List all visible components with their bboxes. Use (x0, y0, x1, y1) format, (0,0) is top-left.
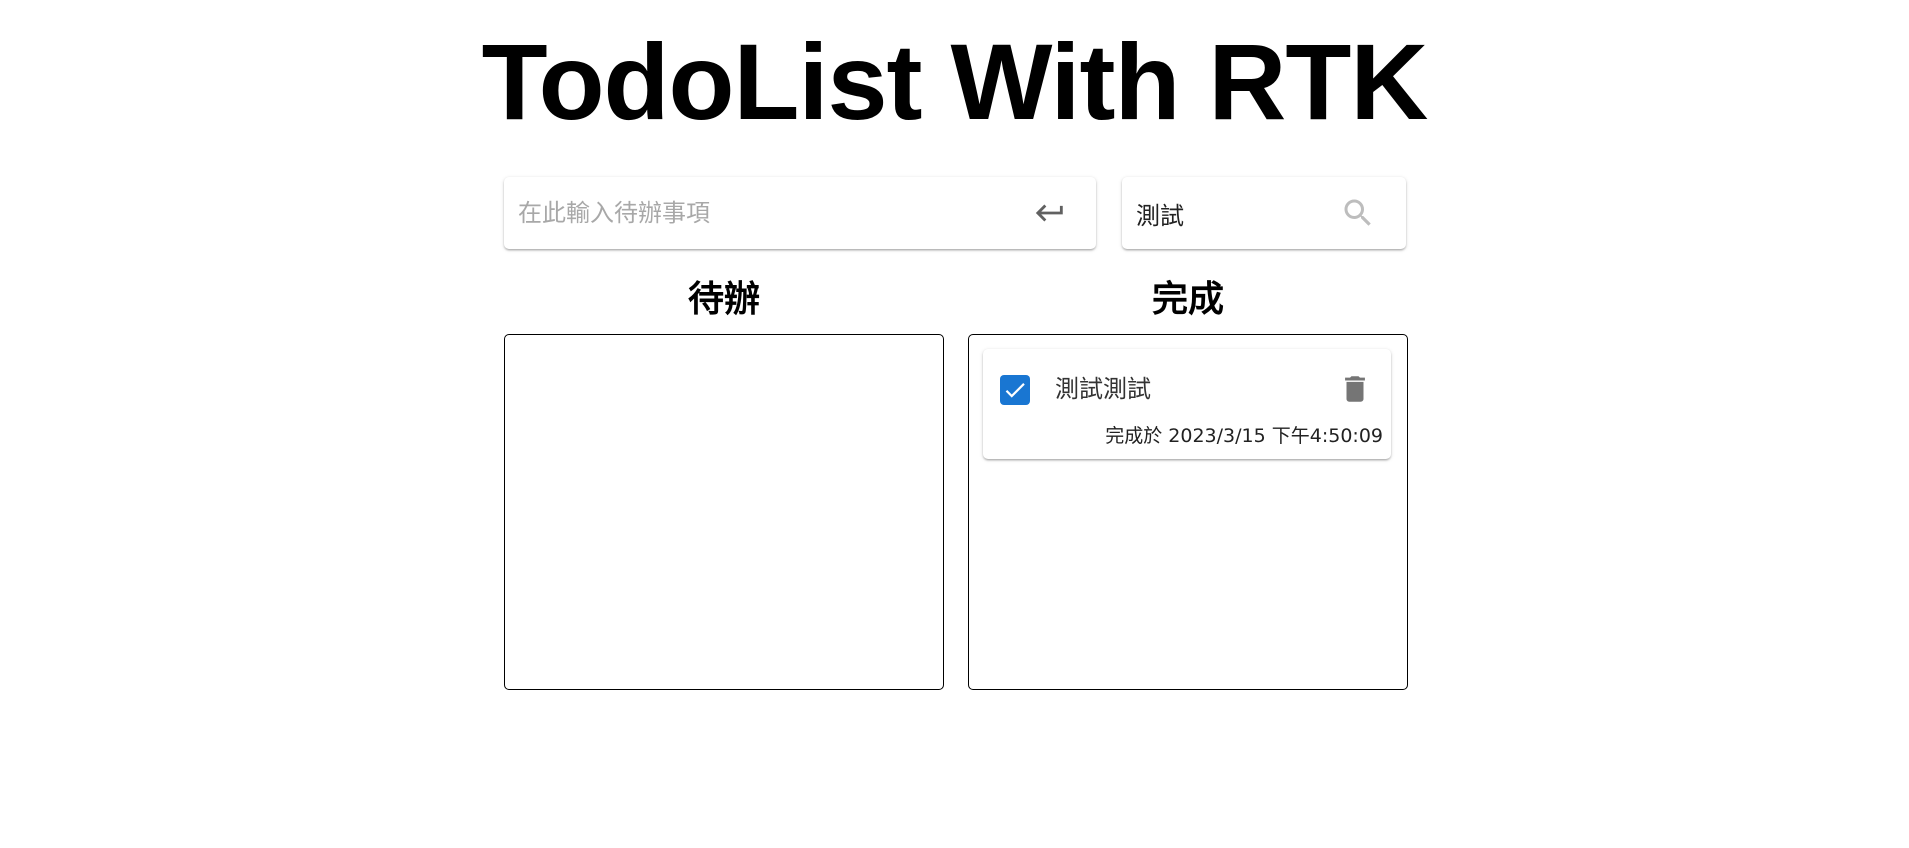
todo-column-heading: 待辦 (687, 279, 760, 320)
search-container (1122, 177, 1406, 249)
search-icon (1344, 199, 1371, 226)
item-checkbox[interactable] (1000, 375, 1030, 405)
checkmark-icon (1005, 383, 1025, 398)
delete-item-button[interactable] (1333, 367, 1377, 411)
page-title: TodoList With RTK (481, 21, 1429, 142)
search-input[interactable] (1136, 177, 1326, 249)
done-list: 測試測試 完成於 2023/3/15 下午4:50:09 (968, 334, 1408, 690)
item-text: 測試測試 (1055, 375, 1151, 403)
todo-input-container (504, 177, 1096, 249)
completed-timestamp: 完成於 2023/3/15 下午4:50:09 (1105, 425, 1383, 447)
submit-todo-button[interactable] (1028, 191, 1072, 235)
trash-icon (1345, 376, 1365, 402)
search-button[interactable] (1336, 191, 1380, 235)
todo-app: TodoList With RTK 待辦 完成 測試測試 (0, 0, 1909, 848)
done-column-heading: 完成 (1151, 279, 1224, 320)
todo-list (504, 334, 944, 690)
enter-icon (1035, 204, 1063, 222)
todo-input[interactable] (518, 177, 1018, 249)
list-item: 測試測試 完成於 2023/3/15 下午4:50:09 (983, 349, 1391, 459)
